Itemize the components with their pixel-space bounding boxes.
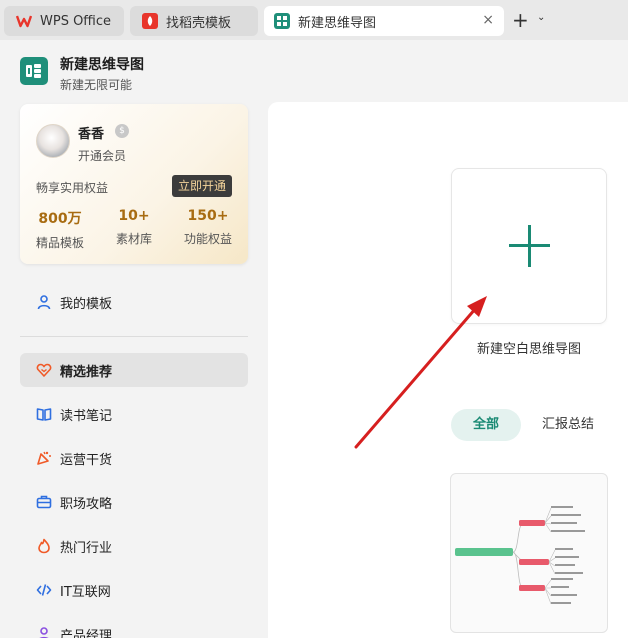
sidebar-item-label: IT互联网: [60, 584, 111, 600]
plus-icon: [509, 225, 550, 267]
username: 香香: [78, 127, 105, 142]
mindmap-logo-icon: [274, 13, 290, 29]
sidebar-item-label: 产品经理: [60, 628, 113, 638]
sidebar-item-label: 职场攻略: [60, 496, 113, 512]
main-panel: 新建空白思维导图 全部 汇报总结: [268, 102, 628, 638]
book-icon: [36, 406, 52, 422]
benefit-text: 畅享实用权益: [36, 181, 109, 195]
tab-label: 新建思维导图: [298, 15, 377, 31]
avatar[interactable]: [36, 124, 70, 158]
sidebar-item-label: 运营干货: [60, 452, 113, 468]
party-popper-icon: [36, 450, 52, 466]
stat-label: 功能权益: [183, 232, 232, 246]
sidebar-item-my-templates[interactable]: 我的模板: [20, 285, 248, 319]
sidebar-item-featured[interactable]: 精选推荐: [20, 353, 248, 387]
sidebar-item-operations[interactable]: 运营干货: [20, 441, 248, 475]
wps-logo-icon: [16, 13, 32, 29]
sidebar-item-product-manager[interactable]: 产品经理: [20, 617, 248, 638]
new-blank-mindmap-card[interactable]: [451, 168, 607, 324]
stat-materials[interactable]: 10+ 素材库: [102, 208, 166, 247]
stat-label: 素材库: [115, 232, 152, 246]
sidebar-item-label: 热门行业: [60, 540, 113, 556]
sidebar-item-workplace[interactable]: 职场攻略: [20, 485, 248, 519]
tab-docer-templates[interactable]: 找稻壳模板: [130, 6, 258, 36]
close-icon[interactable]: ×: [482, 12, 494, 28]
sidebar-item-label: 我的模板: [60, 296, 113, 312]
member-card: 香香 $ 开通会员 畅享实用权益 立即开通 800万 精品模板 10+ 素材库 …: [20, 104, 248, 264]
mindmap-thumbnail-preview: [455, 506, 585, 605]
tab-bar: WPS Office 找稻壳模板 新建思维导图 × + ⌄: [0, 0, 628, 40]
sidebar-item-reading-notes[interactable]: 读书笔记: [20, 397, 248, 431]
sidebar-divider: [20, 336, 248, 337]
stat-value: 10+: [118, 208, 150, 224]
stat-label: 精品模板: [35, 236, 84, 250]
docer-logo-icon: [142, 13, 158, 29]
template-thumbnail-card[interactable]: [450, 473, 608, 633]
flame-icon: [36, 538, 52, 554]
person-icon: [36, 626, 52, 638]
tab-new-mindmap[interactable]: 新建思维导图 ×: [264, 6, 504, 36]
filter-chip-report-summary[interactable]: 汇报总结: [538, 409, 598, 441]
filter-chip-all[interactable]: 全部: [451, 409, 521, 441]
open-membership-button[interactable]: 立即开通: [172, 175, 232, 197]
stat-features[interactable]: 150+ 功能权益: [176, 208, 240, 247]
add-tab-icon[interactable]: +: [512, 8, 529, 32]
new-blank-mindmap-label[interactable]: 新建空白思维导图: [451, 338, 607, 357]
sidebar-item-label: 精选推荐: [60, 364, 113, 380]
sidebar-item-it-internet[interactable]: IT互联网: [20, 573, 248, 607]
tab-label: WPS Office: [40, 13, 112, 29]
stat-templates[interactable]: 800万 精品模板: [30, 208, 90, 251]
chevron-down-icon[interactable]: ⌄: [537, 12, 545, 23]
code-icon: [36, 582, 52, 598]
heart-icon: [36, 362, 52, 378]
stat-value: 150+: [187, 208, 229, 224]
mindmap-app-icon: [20, 57, 48, 85]
briefcase-icon: [36, 494, 52, 510]
page-subtitle: 新建无限可能: [60, 78, 133, 92]
stat-value: 800万: [38, 211, 82, 227]
user-icon: [36, 294, 52, 310]
sidebar-item-hot-industries[interactable]: 热门行业: [20, 529, 248, 563]
vip-badge-icon: $: [115, 124, 129, 138]
tab-wps-office[interactable]: WPS Office: [4, 6, 124, 36]
member-status: 开通会员: [78, 149, 127, 163]
page-title: 新建思维导图: [60, 57, 144, 73]
sidebar-item-label: 读书笔记: [60, 408, 113, 424]
tab-label: 找稻壳模板: [166, 15, 232, 31]
